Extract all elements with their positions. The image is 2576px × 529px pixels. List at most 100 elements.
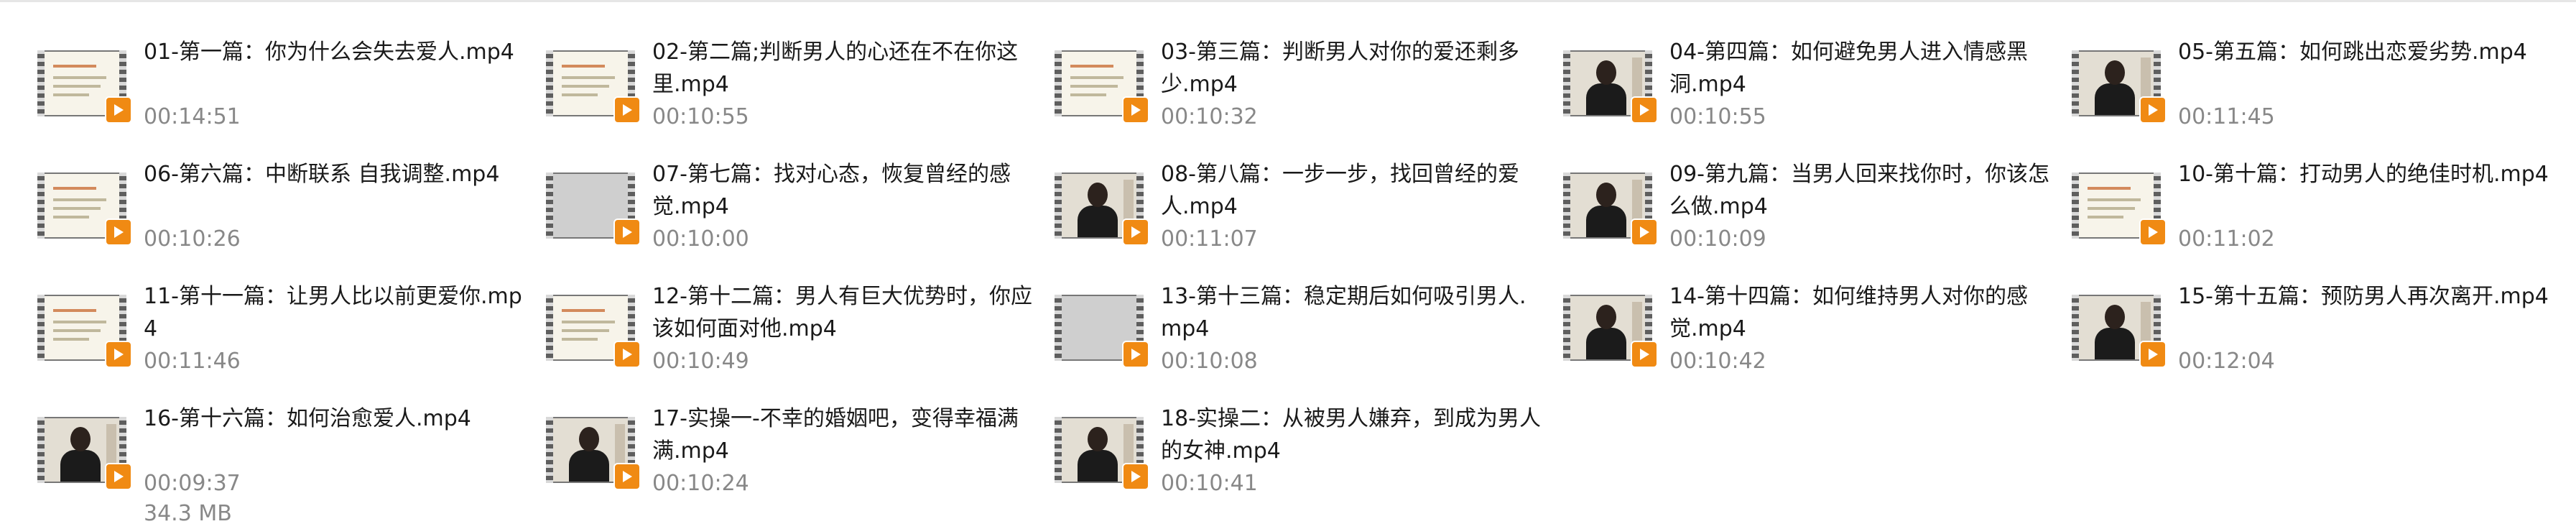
file-item[interactable]: 14-第十四篇：如何维持男人对你的感觉.mp4 00:10:42 — [1557, 273, 2066, 395]
play-icon — [613, 96, 641, 124]
presenter-body — [1586, 206, 1626, 237]
file-item[interactable]: 04-第四篇：如何避免男人进入情感黑洞.mp4 00:10:55 — [1557, 29, 2066, 151]
presenter-head — [1596, 183, 1616, 207]
slide-line — [562, 85, 609, 88]
slide-line — [1070, 93, 1106, 96]
slide-line — [53, 198, 106, 201]
slide-line — [53, 338, 89, 341]
slide-line — [562, 309, 605, 312]
file-item[interactable]: 03-第三篇：判断男人对你的爱还剩多少.mp4 00:10:32 — [1049, 29, 1557, 151]
film-strip-left — [546, 172, 553, 239]
presenter-head — [70, 427, 91, 451]
slide-line — [2088, 207, 2135, 210]
file-item[interactable]: 18-实操二：从被男人嫌弃，到成为男人的女神.mp4 00:10:41 — [1049, 395, 1557, 518]
presenter-head — [1088, 427, 1108, 451]
file-name: 05-第五篇：如何跳出恋爱劣势.mp4 — [2178, 40, 2527, 65]
presenter-head — [1596, 305, 1616, 329]
file-item[interactable]: 10-第十篇：打动男人的绝佳时机.mp4 00:11:02 — [2066, 151, 2575, 273]
file-item[interactable]: 01-第一篇：你为什么会失去爱人.mp4 00:14:51 — [32, 29, 540, 151]
presenter-body — [2095, 328, 2135, 359]
film-strip-left — [37, 295, 45, 361]
film-strip-left — [37, 172, 45, 239]
play-icon — [2139, 96, 2167, 124]
slide-line — [562, 76, 615, 79]
film-strip-left — [1055, 172, 1062, 239]
background-shelf — [1632, 58, 1642, 101]
file-name: 08-第八篇：一步一步，找回曾经的爱人.mp4 — [1161, 162, 1519, 219]
video-thumbnail-icon — [2072, 172, 2167, 246]
file-item[interactable]: 02-第二篇;判断男人的心还在不在你这里.mp4 00:10:55 — [540, 29, 1049, 151]
play-icon — [1631, 218, 1658, 246]
play-icon — [1122, 463, 1149, 490]
play-icon — [2139, 341, 2167, 368]
file-item[interactable]: 05-第五篇：如何跳出恋爱劣势.mp4 00:11:45 — [2066, 29, 2575, 151]
film-strip-left — [1563, 172, 1570, 239]
play-icon — [105, 96, 132, 124]
file-duration: 00:14:51 — [144, 104, 241, 129]
file-duration: 00:11:07 — [1161, 226, 1258, 252]
file-name: 12-第十二篇：男人有巨大优势时，你应该如何面对他.mp4 — [652, 284, 1032, 341]
presenter-head — [579, 427, 599, 451]
film-strip-left — [546, 50, 553, 116]
presenter-head — [2105, 60, 2125, 85]
slide-line — [53, 85, 101, 88]
slide-line — [53, 65, 96, 68]
file-item[interactable]: 12-第十二篇：男人有巨大优势时，你应该如何面对他.mp4 00:10:49 — [540, 273, 1049, 395]
slide-line — [1070, 65, 1113, 68]
video-thumbnail-icon — [37, 50, 132, 124]
slide-line — [2088, 187, 2131, 190]
file-item[interactable]: 06-第六篇：中断联系 自我调整.mp4 00:10:26 — [32, 151, 540, 273]
video-thumbnail-icon — [546, 172, 641, 246]
file-name: 10-第十篇：打动男人的绝佳时机.mp4 — [2178, 162, 2549, 187]
film-strip-left — [1055, 295, 1062, 361]
video-thumbnail-icon — [1563, 295, 1658, 368]
file-item[interactable]: 08-第八篇：一步一步，找回曾经的爱人.mp4 00:11:07 — [1049, 151, 1557, 273]
background-shelf — [1123, 180, 1134, 223]
film-strip-left — [37, 417, 45, 483]
file-item[interactable]: 15-第十五篇：预防男人再次离开.mp4 00:12:04 — [2066, 273, 2575, 395]
file-item[interactable]: 13-第十三篇：稳定期后如何吸引男人.mp4 00:10:08 — [1049, 273, 1557, 395]
presenter-body — [1586, 83, 1626, 115]
file-duration: 00:11:45 — [2178, 104, 2275, 129]
presenter-body — [60, 450, 101, 482]
slide-line — [562, 65, 605, 68]
background-shelf — [1632, 302, 1642, 345]
file-name: 18-实操二：从被男人嫌弃，到成为男人的女神.mp4 — [1161, 406, 1541, 464]
slide-line — [2088, 216, 2123, 218]
background-shelf — [2141, 58, 2151, 101]
file-duration: 00:10:42 — [1669, 349, 1766, 374]
film-strip-left — [2072, 172, 2079, 239]
video-thumbnail-icon — [546, 50, 641, 124]
file-duration: 00:10:09 — [1669, 226, 1766, 252]
file-item[interactable]: 07-第七篇：找对心态，恢复曾经的感觉.mp4 00:10:00 — [540, 151, 1049, 273]
file-name: 17-实操一-不幸的婚姻吧，变得幸福满满.mp4 — [652, 406, 1019, 464]
video-thumbnail-icon — [37, 295, 132, 368]
background-shelf — [2141, 302, 2151, 345]
file-duration: 00:11:46 — [144, 349, 241, 374]
file-item[interactable]: 16-第十六篇：如何治愈爱人.mp4 00:09:37 34.3 MB — [32, 395, 540, 526]
play-icon — [1631, 96, 1658, 124]
film-strip-left — [546, 295, 553, 361]
play-icon — [613, 463, 641, 490]
file-item[interactable]: 09-第九篇：当男人回来找你时，你该怎么做.mp4 00:10:09 — [1557, 151, 2066, 273]
file-item[interactable]: 11-第十一篇：让男人比以前更爱你.mp4 00:11:46 — [32, 273, 540, 395]
film-strip-left — [2072, 50, 2079, 116]
slide-line — [53, 329, 101, 332]
file-item[interactable]: 17-实操一-不幸的婚姻吧，变得幸福满满.mp4 00:10:24 — [540, 395, 1049, 518]
video-thumbnail-icon — [1563, 172, 1658, 246]
video-thumbnail-icon — [1055, 172, 1149, 246]
slide-line — [53, 216, 89, 218]
file-duration: 00:09:37 — [144, 471, 241, 496]
file-name: 13-第十三篇：稳定期后如何吸引男人.mp4 — [1161, 284, 1526, 341]
file-name: 07-第七篇：找对心态，恢复曾经的感觉.mp4 — [652, 162, 1011, 219]
slide-line — [562, 329, 609, 332]
video-thumbnail-icon — [1055, 417, 1149, 490]
slide-line — [53, 207, 101, 210]
video-thumbnail-icon — [37, 417, 132, 490]
presenter-body — [569, 450, 609, 482]
video-thumbnail-icon — [1055, 295, 1149, 368]
file-name: 04-第四篇：如何避免男人进入情感黑洞.mp4 — [1669, 40, 2028, 97]
presenter-body — [2095, 83, 2135, 115]
presenter-head — [1596, 60, 1616, 85]
video-thumbnail-icon — [2072, 50, 2167, 124]
